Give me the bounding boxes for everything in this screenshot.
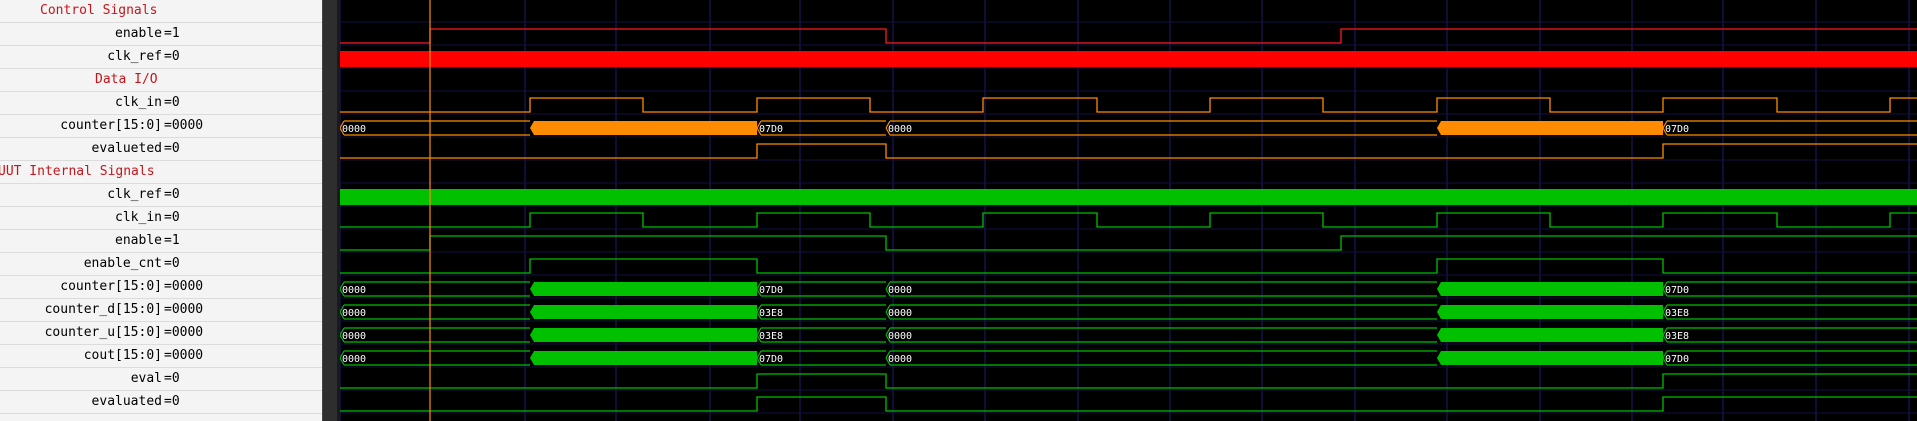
signal-value: =0 bbox=[164, 187, 180, 202]
bus-value-label: 0000 bbox=[888, 354, 912, 365]
signal-row[interactable]: counter[15:0] =0000 bbox=[0, 276, 322, 299]
bus-value-label: 0000 bbox=[342, 331, 366, 342]
bus-value-label: 03E8 bbox=[759, 331, 783, 342]
signal-group-row[interactable]: Control Signals bbox=[0, 0, 322, 23]
bus-value-label: 07D0 bbox=[1665, 354, 1689, 365]
signal-row[interactable]: enable_cnt =0 bbox=[0, 253, 322, 276]
bus-segment-filled bbox=[1437, 305, 1663, 319]
signal-name: evalueted bbox=[91, 141, 162, 156]
bus-value-label: 0000 bbox=[342, 354, 366, 365]
signal-name: enable_cnt bbox=[83, 256, 162, 271]
clock-solid-bar bbox=[340, 51, 1917, 67]
signal-row[interactable]: enable =1 bbox=[0, 230, 322, 253]
signal-group-label: Control Signals bbox=[40, 3, 158, 18]
bus-value-label: 07D0 bbox=[759, 354, 783, 365]
signal-row[interactable]: evaluated =0 bbox=[0, 391, 322, 414]
panel-splitter[interactable] bbox=[322, 0, 340, 421]
signal-row[interactable]: counter_u[15:0] =0000 bbox=[0, 322, 322, 345]
signal-name: counter_d[15:0] bbox=[44, 302, 162, 317]
bus-value-label: 07D0 bbox=[759, 124, 783, 135]
signal-value: =0000 bbox=[164, 279, 204, 294]
signal-name: counter[15:0] bbox=[60, 279, 162, 294]
signal-name: evaluated bbox=[91, 394, 162, 409]
signal-name-panel: Control Signals enable =1 clk_ref =0 Data I/O… bbox=[0, 0, 322, 421]
signal-name: eval bbox=[130, 371, 162, 386]
bus-value-label: 03E8 bbox=[1665, 331, 1689, 342]
signal-name: cout[15:0] bbox=[83, 348, 162, 363]
signal-value: =0 bbox=[164, 371, 180, 386]
signal-value: =0000 bbox=[164, 118, 204, 133]
bus-value-label: 07D0 bbox=[1665, 285, 1689, 296]
bus-value-label: 07D0 bbox=[1665, 124, 1689, 135]
signal-row[interactable]: counter_d[15:0] =0000 bbox=[0, 299, 322, 322]
bus-segment-filled bbox=[530, 121, 757, 135]
bus-value-label: 03E8 bbox=[1665, 308, 1689, 319]
signal-value: =0 bbox=[164, 256, 180, 271]
clock-solid-bar bbox=[340, 189, 1917, 205]
signal-value: =0 bbox=[164, 95, 180, 110]
bus-segment-filled bbox=[1437, 328, 1663, 342]
signal-group-label: UUT Internal Signals bbox=[0, 164, 155, 179]
signal-value: =0 bbox=[164, 394, 180, 409]
bus-segment-filled bbox=[530, 282, 757, 296]
signal-value: =0 bbox=[164, 210, 180, 225]
bus-segment-filled bbox=[530, 351, 757, 365]
bus-segment-filled bbox=[530, 328, 757, 342]
signal-value: =1 bbox=[164, 26, 180, 41]
signal-name: counter[15:0] bbox=[60, 118, 162, 133]
bus-value-label: 0000 bbox=[342, 124, 366, 135]
signal-name: clk_ref bbox=[107, 49, 162, 64]
signal-row[interactable]: clk_ref =0 bbox=[0, 46, 322, 69]
signal-row[interactable]: cout[15:0] =0000 bbox=[0, 345, 322, 368]
signal-name: counter_u[15:0] bbox=[44, 325, 162, 340]
signal-name: clk_in bbox=[115, 95, 162, 110]
signal-value: =0 bbox=[164, 141, 180, 156]
signal-name: enable bbox=[115, 233, 162, 248]
bus-value-label: 0000 bbox=[342, 285, 366, 296]
bit-wave bbox=[340, 97, 1917, 113]
signal-name: enable bbox=[115, 26, 162, 41]
signal-row[interactable]: clk_in =0 bbox=[0, 92, 322, 115]
signal-row[interactable]: clk_ref =0 bbox=[0, 184, 322, 207]
signal-group-label: Data I/O bbox=[95, 72, 158, 87]
bit-wave bbox=[340, 28, 1917, 44]
bit-wave bbox=[340, 235, 1917, 251]
bit-wave bbox=[340, 373, 1917, 389]
signal-value: =1 bbox=[164, 233, 180, 248]
signal-value: =0 bbox=[164, 49, 180, 64]
signal-row[interactable]: clk_in =0 bbox=[0, 207, 322, 230]
signal-value: =0000 bbox=[164, 325, 204, 340]
bit-wave bbox=[340, 258, 1917, 274]
bus-segment-filled bbox=[1437, 121, 1663, 135]
signal-name: clk_in bbox=[115, 210, 162, 225]
bit-wave bbox=[340, 212, 1917, 228]
bit-wave bbox=[340, 143, 1917, 159]
signal-value: =0000 bbox=[164, 348, 204, 363]
bus-value-label: 0000 bbox=[888, 124, 912, 135]
signal-name: clk_ref bbox=[107, 187, 162, 202]
bus-segment-filled bbox=[530, 305, 757, 319]
bus-segment-filled bbox=[1437, 282, 1663, 296]
bus-value-label: 0000 bbox=[888, 308, 912, 319]
bus-segment-filled bbox=[1437, 351, 1663, 365]
signal-group-row[interactable]: UUT Internal Signals bbox=[0, 161, 322, 184]
waveform-canvas[interactable]: 0000 07D0 0000 07D0 0000 07D0 0000 07D0 0000 03E8… bbox=[340, 0, 1917, 421]
bus-value-label: 0000 bbox=[888, 285, 912, 296]
bus-value-label: 0000 bbox=[342, 308, 366, 319]
signal-row[interactable]: eval =0 bbox=[0, 368, 322, 391]
bus-value-label: 07D0 bbox=[759, 285, 783, 296]
signal-row[interactable]: evalueted =0 bbox=[0, 138, 322, 161]
bus-value-label: 03E8 bbox=[759, 308, 783, 319]
bus-value-label: 0000 bbox=[888, 331, 912, 342]
waveform-viewer: Control Signals enable =1 clk_ref =0 Data I/O… bbox=[0, 0, 1917, 421]
bit-wave bbox=[340, 396, 1917, 412]
signal-value: =0000 bbox=[164, 302, 204, 317]
signal-group-row[interactable]: Data I/O bbox=[0, 69, 322, 92]
signal-row[interactable]: counter[15:0] =0000 bbox=[0, 115, 322, 138]
signal-row[interactable]: enable =1 bbox=[0, 23, 322, 46]
